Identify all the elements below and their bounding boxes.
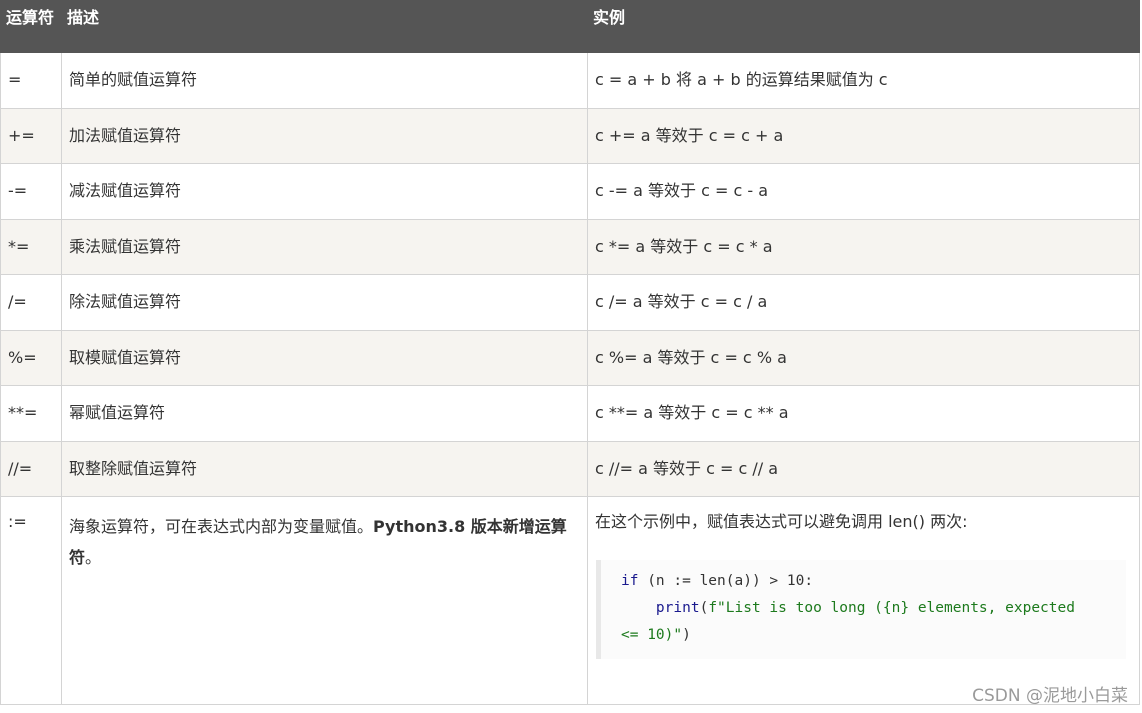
operator-cell: += [0, 107, 62, 164]
description-cell: 简单的赋值运算符 [61, 52, 588, 109]
walrus-description: 海象运算符，可在表达式内部为变量赋值。Python3.8 版本新增运算符。 [69, 511, 580, 573]
operator-cell: //= [0, 440, 62, 497]
code-paren: ) [682, 627, 691, 643]
description-cell: 加法赋值运算符 [61, 107, 588, 164]
operator-cell: := [0, 496, 62, 705]
example-cell: c += a 等效于 c = c + a [587, 107, 1140, 164]
header-example: 实例 [587, 0, 1140, 53]
description-cell: 取整除赋值运算符 [61, 440, 588, 497]
table-row: //= 取整除赋值运算符 c //= a 等效于 c = c // a [0, 440, 1140, 497]
table-row: *= 乘法赋值运算符 c *= a 等效于 c = c * a [0, 218, 1140, 275]
description-cell: 除法赋值运算符 [61, 274, 588, 331]
operator-cell: **= [0, 385, 62, 442]
example-cell: c //= a 等效于 c = c // a [587, 440, 1140, 497]
example-cell: 在这个示例中，赋值表达式可以避免调用 len() 两次: if (n := le… [587, 496, 1140, 705]
operator-cell: %= [0, 329, 62, 386]
example-cell: c -= a 等效于 c = c - a [587, 163, 1140, 220]
example-cell: c *= a 等效于 c = c * a [587, 218, 1140, 275]
code-string: f"List is too long ({n} elements, expect… [708, 600, 1075, 616]
code-block: if (n := len(a)) > 10: print(f"List is t… [596, 560, 1126, 659]
code-line-3: <= 10)") [621, 622, 1126, 649]
watermark: CSDN @泥地小白菜 [972, 686, 1128, 706]
code-function: print [621, 600, 700, 616]
code-string: <= 10)" [621, 627, 683, 643]
code-text: (n := len(a)) > 10: [638, 573, 814, 589]
walrus-description-end: 。 [85, 548, 102, 567]
code-line-1: if (n := len(a)) > 10: [621, 568, 1126, 595]
example-cell: c = a + b 将 a + b 的运算结果赋值为 c [587, 52, 1140, 109]
walrus-description-text: 海象运算符，可在表达式内部为变量赋值。 [69, 517, 374, 536]
operator-cell: /= [0, 274, 62, 331]
assignment-operators-table: 运算符 描述 实例 = 简单的赋值运算符 c = a + b 将 a + b 的… [0, 0, 1140, 705]
table-row: %= 取模赋值运算符 c %= a 等效于 c = c % a [0, 329, 1140, 386]
operator-cell: *= [0, 218, 62, 275]
table-row: += 加法赋值运算符 c += a 等效于 c = c + a [0, 107, 1140, 164]
example-cell: c /= a 等效于 c = c / a [587, 274, 1140, 331]
description-cell: 幂赋值运算符 [61, 385, 588, 442]
operator-cell: = [0, 52, 62, 109]
description-cell: 减法赋值运算符 [61, 163, 588, 220]
table-header-row: 运算符 描述 实例 [0, 0, 1140, 53]
description-cell: 取模赋值运算符 [61, 329, 588, 386]
table-row: /= 除法赋值运算符 c /= a 等效于 c = c / a [0, 274, 1140, 331]
walrus-example-intro: 在这个示例中，赋值表达式可以避免调用 len() 两次: [595, 512, 968, 531]
code-line-2: print(f"List is too long ({n} elements, … [621, 595, 1126, 622]
example-cell: c %= a 等效于 c = c % a [587, 329, 1140, 386]
header-description: 描述 [61, 0, 588, 53]
example-cell: c **= a 等效于 c = c ** a [587, 385, 1140, 442]
table-row-walrus: := 海象运算符，可在表达式内部为变量赋值。Python3.8 版本新增运算符。… [0, 496, 1140, 705]
table-row: **= 幂赋值运算符 c **= a 等效于 c = c ** a [0, 385, 1140, 442]
description-cell: 乘法赋值运算符 [61, 218, 588, 275]
description-cell: 海象运算符，可在表达式内部为变量赋值。Python3.8 版本新增运算符。 [61, 496, 588, 705]
operator-cell: -= [0, 163, 62, 220]
code-keyword: if [621, 573, 639, 589]
table-row: = 简单的赋值运算符 c = a + b 将 a + b 的运算结果赋值为 c [0, 52, 1140, 109]
page: 运算符 描述 实例 = 简单的赋值运算符 c = a + b 将 a + b 的… [0, 0, 1142, 713]
header-operator: 运算符 [0, 0, 62, 53]
code-paren: ( [699, 600, 709, 616]
table-row: -= 减法赋值运算符 c -= a 等效于 c = c - a [0, 163, 1140, 220]
